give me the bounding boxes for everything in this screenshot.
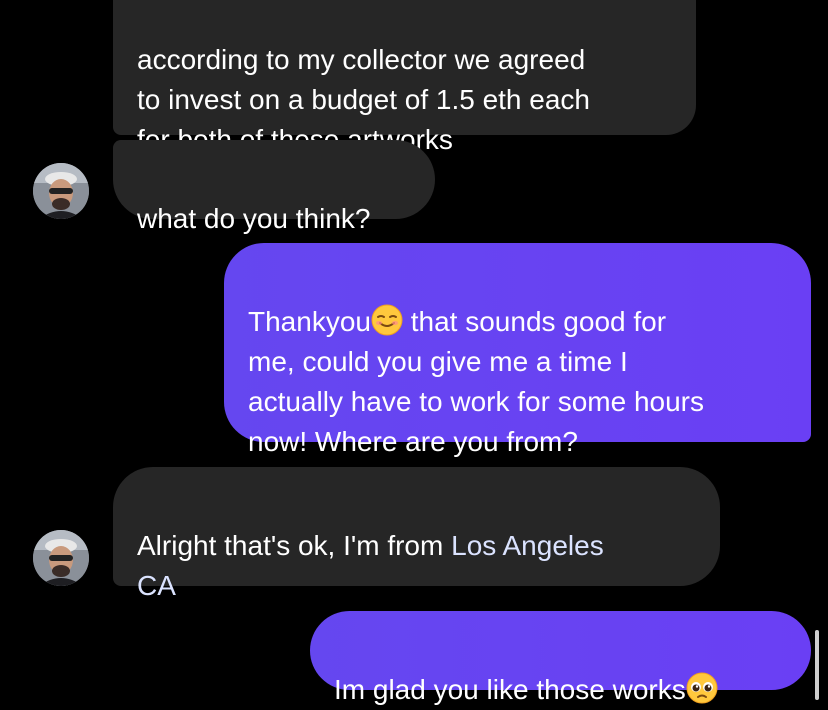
message-text-part: Alright that's ok, I'm from bbox=[137, 530, 452, 561]
message-bubble-outgoing[interactable]: Im glad you like those works bbox=[310, 611, 811, 705]
user-avatar-photo-icon bbox=[33, 163, 89, 219]
pleading-face-emoji-icon bbox=[686, 672, 718, 704]
message-bubble-incoming[interactable]: according to my collector we agreed to i… bbox=[113, 0, 696, 155]
message-text: what do you think? bbox=[137, 203, 371, 234]
message-bubble-outgoing[interactable]: Thankyou that sounds good for me, could … bbox=[224, 243, 811, 457]
message-bubble-incoming[interactable]: what do you think? bbox=[113, 140, 435, 234]
message-bubble-incoming[interactable]: Alright that's ok, I'm from Los Angeles … bbox=[113, 467, 720, 601]
message-text-part: Thankyou bbox=[248, 306, 371, 337]
user-avatar-photo-icon bbox=[33, 530, 89, 586]
scrollbar[interactable] bbox=[815, 630, 819, 700]
avatar[interactable] bbox=[33, 163, 89, 219]
avatar[interactable] bbox=[33, 530, 89, 586]
message-text: Im glad you like those works bbox=[334, 674, 686, 705]
relieved-face-emoji-icon bbox=[371, 304, 403, 336]
message-text: according to my collector we agreed to i… bbox=[137, 44, 591, 155]
